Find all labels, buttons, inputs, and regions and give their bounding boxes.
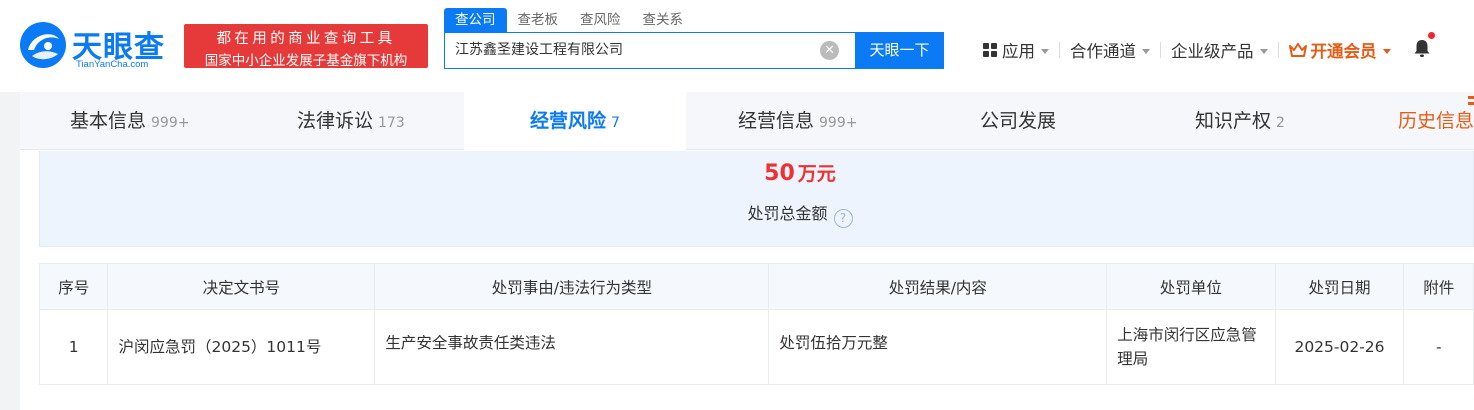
nav-channel[interactable]: 合作通道 — [1070, 38, 1150, 62]
amount-value: 50 — [764, 161, 795, 186]
logo-mark-icon — [20, 22, 66, 68]
search-button[interactable]: 天眼一下 — [855, 32, 944, 69]
tab-label: 经营信息 — [738, 110, 815, 132]
tab-history-info[interactable]: 历史信息 — [1398, 92, 1474, 150]
nav-enterprise-label: 企业级产品 — [1171, 42, 1254, 61]
penalty-summary: 50 万元 处罚总金额? — [39, 151, 1474, 247]
tab-count: 999+ — [819, 115, 858, 131]
nav-divider — [1277, 42, 1279, 58]
slogan-line-2: 国家中小企业发展子基金旗下机构 — [204, 53, 408, 69]
tab-label: 公司发展 — [980, 110, 1057, 132]
tab-intellectual-property[interactable]: 知识产权 2 — [1195, 92, 1285, 150]
nav-enterprise[interactable]: 企业级产品 — [1171, 38, 1268, 62]
search-box: ✕ — [444, 32, 855, 69]
clear-search-icon[interactable]: ✕ — [820, 41, 839, 60]
notification-bell-icon[interactable] — [1413, 31, 1435, 62]
side-handle-icon — [1468, 96, 1474, 105]
search-tab-boss[interactable]: 查老板 — [507, 8, 570, 32]
cell-reason: 生产安全事故责任类违法 — [374, 309, 770, 385]
company-section-tabs: 基本信息 999+ 法律诉讼 173 经营风险 7 经营信息 999+ 公司发展 知识产… — [20, 92, 1474, 150]
search-tab-company[interactable]: 查公司 — [444, 8, 507, 32]
col-header-date: 处罚日期 — [1274, 263, 1405, 310]
help-question-icon[interactable]: ? — [833, 209, 853, 228]
nav-apps-label: 应用 — [1002, 42, 1035, 61]
tab-label: 经营风险 — [530, 110, 607, 132]
chevron-down-icon — [1041, 48, 1049, 54]
top-header: 天眼查 TianYanCha.com 都在用的商业查询工具 国家中小企业发展子基… — [0, 0, 1474, 92]
tab-label: 法律诉讼 — [297, 110, 374, 132]
penalty-table: 序号 决定文书号 处罚事由/违法行为类型 处罚结果/内容 处罚单位 处罚日期 附… — [38, 263, 1474, 385]
top-nav: 应用 合作通道 企业级产品 开通会员 — [983, 31, 1435, 64]
crown-icon — [1288, 42, 1307, 57]
tab-label: 历史信息 — [1398, 110, 1474, 132]
cell-attachment: - — [1403, 309, 1474, 385]
col-header-authority: 处罚单位 — [1106, 263, 1276, 310]
penalty-total-label: 处罚总金额? — [40, 200, 1474, 228]
cell-date: 2025-02-26 — [1274, 309, 1405, 385]
search-tab-risk[interactable]: 查风险 — [569, 8, 632, 32]
tab-basic-info[interactable]: 基本信息 999+ — [70, 92, 189, 150]
search-input[interactable] — [455, 33, 815, 68]
bell-icon — [1414, 39, 1429, 57]
table-row: 1 沪闵应急罚（2025）1011号 生产安全事故责任类违法 处罚伍拾万元整 上… — [38, 309, 1474, 385]
notification-dot — [1427, 31, 1435, 39]
chevron-down-icon — [1142, 48, 1150, 54]
cell-authority[interactable]: 上海市闵行区应急管理局 — [1106, 309, 1276, 385]
col-header-index: 序号 — [38, 263, 109, 310]
brand-domain: TianYanCha.com — [76, 59, 149, 70]
search-tab-relation[interactable]: 查关系 — [632, 8, 695, 32]
nav-apps[interactable]: 应用 — [983, 38, 1049, 62]
tab-label: 知识产权 — [1195, 110, 1272, 132]
tab-count: 173 — [378, 115, 405, 131]
nav-vip[interactable]: 开通会员 — [1288, 38, 1391, 62]
cell-result: 处罚伍拾万元整 — [768, 309, 1108, 385]
apps-grid-icon — [983, 43, 997, 57]
search-type-tabs: 查公司 查老板 查风险 查关系 — [444, 8, 694, 32]
tianyancha-logo[interactable]: 天眼查 TianYanCha.com — [18, 20, 178, 70]
tab-legal-litigation[interactable]: 法律诉讼 173 — [297, 92, 405, 150]
amount-unit: 万元 — [797, 163, 836, 185]
tab-operating-info[interactable]: 经营信息 999+ — [738, 92, 857, 150]
col-header-attachment: 附件 — [1403, 263, 1474, 310]
chevron-down-icon — [1382, 48, 1391, 54]
col-header-doc-no: 决定文书号 — [107, 263, 376, 310]
cell-doc-no: 沪闵应急罚（2025）1011号 — [107, 309, 376, 385]
tab-count: 999+ — [151, 115, 190, 131]
table-header-row: 序号 决定文书号 处罚事由/违法行为类型 处罚结果/内容 处罚单位 处罚日期 附… — [38, 263, 1474, 310]
cell-index: 1 — [38, 309, 109, 385]
slogan-banner: 都在用的商业查询工具 国家中小企业发展子基金旗下机构 — [184, 24, 428, 69]
col-header-result: 处罚结果/内容 — [768, 263, 1108, 310]
tab-company-development[interactable]: 公司发展 — [980, 92, 1056, 150]
nav-vip-label: 开通会员 — [1310, 42, 1377, 61]
amount-label-text: 处罚总金额 — [747, 204, 828, 223]
tab-count: 7 — [611, 115, 620, 131]
nav-divider — [1059, 42, 1060, 58]
chevron-down-icon — [1259, 48, 1268, 54]
tab-label: 基本信息 — [70, 110, 147, 132]
penalty-total-amount: 50 万元 — [40, 159, 1474, 186]
nav-channel-label: 合作通道 — [1070, 42, 1136, 61]
col-header-reason: 处罚事由/违法行为类型 — [374, 263, 770, 310]
nav-divider — [1160, 42, 1161, 58]
tab-count: 2 — [1276, 115, 1285, 131]
slogan-line-1: 都在用的商业查询工具 — [216, 31, 396, 47]
tab-operating-risk[interactable]: 经营风险 7 — [464, 92, 686, 150]
